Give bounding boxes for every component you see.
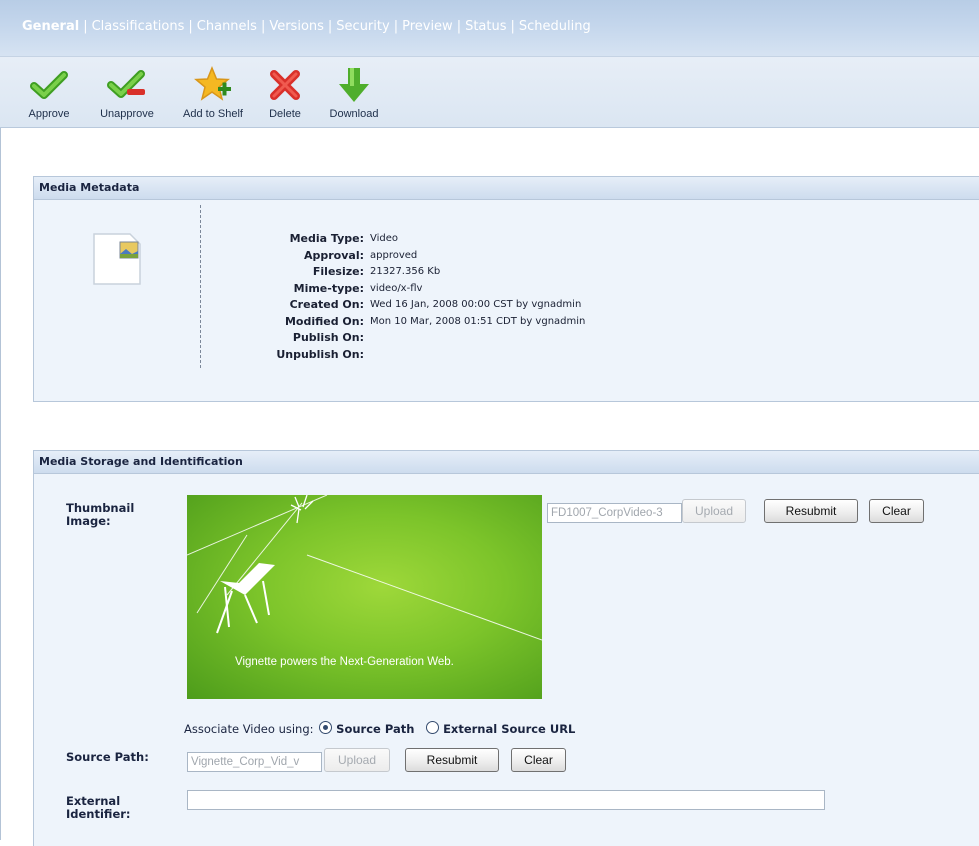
tab-separator: | bbox=[327, 19, 333, 34]
media-type-label: Media Type: bbox=[289, 232, 364, 245]
source-clear-button[interactable]: Clear bbox=[511, 748, 566, 772]
mime-type-value: video/x-flv bbox=[370, 282, 423, 294]
tab-channels[interactable]: Channels bbox=[197, 19, 257, 34]
add-to-shelf-button[interactable]: Add to Shelf bbox=[170, 57, 256, 127]
tab-separator: | bbox=[456, 19, 462, 34]
external-source-url-radio[interactable] bbox=[426, 721, 440, 734]
left-border bbox=[0, 128, 1, 840]
tab-versions[interactable]: Versions bbox=[269, 19, 324, 34]
add-to-shelf-label: Add to Shelf bbox=[183, 108, 243, 120]
tab-classifications[interactable]: Classifications bbox=[92, 19, 185, 34]
source-path-radio-label[interactable]: Source Path bbox=[336, 722, 414, 736]
external-label-line2: Identifier: bbox=[66, 807, 131, 821]
external-source-url-radio-label[interactable]: External Source URL bbox=[443, 722, 575, 736]
created-on-value: Wed 16 Jan, 2008 00:00 CST by vgnadmin bbox=[370, 299, 582, 310]
delete-button[interactable]: Delete bbox=[262, 57, 308, 127]
tab-bar: General | Classifications | Channels | Version… bbox=[0, 0, 979, 57]
download-button[interactable]: Download bbox=[320, 57, 388, 127]
thumbnail-label-line2: Image: bbox=[66, 514, 111, 528]
source-path-label: Source Path: bbox=[66, 750, 149, 764]
media-storage-panel: Media Storage and Identification Thumbna… bbox=[33, 450, 979, 846]
thumbnail-image: Vignette powers the Next-Generation Web. bbox=[187, 495, 542, 699]
associate-video-label: Associate Video using: bbox=[184, 722, 314, 736]
media-file-icon bbox=[93, 233, 141, 285]
approve-label: Approve bbox=[28, 108, 70, 120]
divider bbox=[200, 205, 201, 368]
publish-on-label: Publish On: bbox=[292, 331, 364, 344]
download-arrow-icon bbox=[339, 68, 369, 102]
source-resubmit-button[interactable]: Resubmit bbox=[405, 748, 499, 772]
unapprove-button[interactable]: Unapprove bbox=[90, 57, 164, 127]
tab-security[interactable]: Security bbox=[336, 19, 389, 34]
tab-separator: | bbox=[510, 19, 515, 34]
thumbnail-graphic bbox=[187, 495, 542, 641]
created-on-label: Created On: bbox=[289, 298, 364, 311]
download-label: Download bbox=[329, 108, 379, 120]
tab-row: General | Classifications | Channels | Version… bbox=[22, 19, 591, 34]
panel-title: Media Metadata bbox=[34, 177, 979, 200]
checkmark-icon bbox=[30, 71, 68, 99]
source-path-field[interactable]: Vignette_Corp_Vid_v bbox=[187, 752, 322, 772]
tab-separator: | bbox=[188, 19, 193, 34]
unapprove-icon bbox=[107, 70, 145, 98]
panel-title: Media Storage and Identification bbox=[34, 451, 979, 474]
source-path-radio[interactable] bbox=[319, 721, 333, 734]
associate-video-row: Associate Video using: Source Path Exter… bbox=[184, 721, 575, 736]
filesize-value: 21327.356 Kb bbox=[370, 266, 441, 277]
thumbnail-file-field[interactable]: FD1007_CorpVideo-3 bbox=[547, 503, 682, 523]
modified-on-label: Modified On: bbox=[284, 314, 364, 328]
thumbnail-clear-button[interactable]: Clear bbox=[869, 499, 924, 523]
media-metadata-panel: Media Metadata Media Type: Video Approva… bbox=[33, 176, 979, 402]
tab-preview[interactable]: Preview bbox=[402, 19, 453, 34]
approval-label: Approval: bbox=[303, 248, 364, 262]
unpublish-on-label: Unpublish On: bbox=[276, 347, 364, 361]
mime-type-label: Mime-type: bbox=[293, 281, 364, 295]
external-identifier-label: External Identifier: bbox=[66, 795, 131, 821]
delete-label: Delete bbox=[269, 108, 301, 120]
filesize-label: Filesize: bbox=[312, 265, 364, 278]
approve-button[interactable]: Approve bbox=[20, 57, 78, 127]
tab-separator: | bbox=[83, 19, 88, 34]
star-add-icon bbox=[194, 66, 231, 101]
media-type-value: Video bbox=[370, 233, 399, 244]
thumbnail-image-label: Thumbnail Image: bbox=[66, 502, 134, 528]
modified-on-value: Mon 10 Mar, 2008 01:51 CDT by vgnadmin bbox=[370, 315, 586, 327]
toolbar: Approve Unapprove Add to Shelf Delete Do… bbox=[0, 57, 979, 128]
tab-general[interactable]: General bbox=[22, 19, 79, 34]
source-upload-button[interactable]: Upload bbox=[324, 748, 390, 772]
tab-separator: | bbox=[393, 19, 399, 34]
thumbnail-caption: Vignette powers the Next-Generation Web. bbox=[235, 656, 454, 668]
tab-separator: | bbox=[260, 19, 266, 34]
unapprove-label: Unapprove bbox=[100, 108, 154, 120]
tab-status[interactable]: Status bbox=[465, 19, 506, 34]
thumbnail-resubmit-button[interactable]: Resubmit bbox=[764, 499, 858, 523]
approval-value: approved bbox=[370, 249, 418, 261]
external-identifier-field[interactable] bbox=[187, 790, 825, 810]
thumbnail-upload-button[interactable]: Upload bbox=[682, 499, 746, 523]
delete-x-icon bbox=[270, 70, 300, 100]
tab-scheduling[interactable]: Scheduling bbox=[519, 19, 591, 34]
